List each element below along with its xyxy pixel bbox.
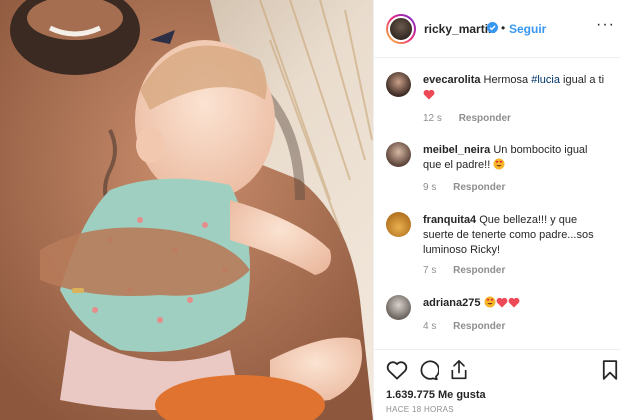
red-heart-icon (496, 297, 507, 308)
post-actions-bar (374, 349, 620, 389)
comment-time: 9 s (423, 182, 437, 193)
comment-bubble-icon[interactable] (418, 360, 439, 381)
comment-text: adriana275 (423, 296, 608, 311)
reply-button[interactable]: Responder (459, 113, 511, 124)
verified-badge-icon (487, 22, 498, 33)
more-options-icon[interactable]: ··· (596, 16, 615, 34)
comment-time: 7 s (423, 265, 437, 276)
author-avatar[interactable] (386, 14, 416, 44)
comment-body-end: igual a ti (559, 74, 605, 86)
like-heart-icon[interactable] (386, 360, 408, 380)
comment-meta: 4 s Responder (423, 321, 505, 332)
reply-button[interactable]: Responder (453, 321, 505, 332)
header-separator: • (501, 21, 506, 35)
comment-text: franquita4 Que belleza!!! y que suerte d… (423, 213, 608, 258)
comment-username[interactable]: evecarolita (423, 74, 480, 86)
post-sidebar: ricky_martin • Seguir ··· evecarolita He… (373, 0, 620, 420)
commenter-avatar[interactable] (386, 142, 411, 167)
comment-username[interactable]: adriana275 (423, 297, 480, 309)
comment-time: 4 s (423, 321, 437, 332)
commenter-avatar[interactable] (386, 212, 411, 237)
comment-time: 12 s (423, 113, 442, 124)
commenter-avatar[interactable] (386, 72, 411, 97)
hashtag-link[interactable]: #lucia (531, 74, 560, 86)
comment-username[interactable]: franquita4 (423, 214, 476, 226)
comment-body: Hermosa (483, 74, 532, 86)
share-icon[interactable] (449, 359, 469, 381)
heart-eyes-emoji-icon (493, 158, 505, 170)
reply-button[interactable]: Responder (453, 265, 505, 276)
red-heart-icon (423, 89, 435, 100)
post-timestamp: HACE 18 HORAS (386, 405, 454, 414)
comment-meta: 7 s Responder (423, 265, 505, 276)
comment-meta: 12 s Responder (423, 113, 511, 124)
likes-count[interactable]: 1.639.775 Me gusta (386, 389, 486, 401)
comment-username[interactable]: meibel_neira (423, 144, 490, 156)
likes-label: Me gusta (438, 389, 486, 401)
post-photo[interactable] (0, 0, 373, 420)
likes-number: 1.639.775 (386, 389, 435, 401)
post-photo-illustration (0, 0, 373, 420)
comment-meta: 9 s Responder (423, 182, 505, 193)
heart-eyes-emoji-icon (484, 296, 496, 308)
bookmark-icon[interactable] (602, 360, 618, 380)
post-header: ricky_martin • Seguir ··· (374, 0, 620, 58)
red-heart-icon (508, 297, 519, 308)
author-username[interactable]: ricky_martin (424, 22, 495, 36)
comment-text: evecarolita Hermosa #lucia igual a ti (423, 73, 608, 103)
reply-button[interactable]: Responder (453, 182, 505, 193)
commenter-avatar[interactable] (386, 295, 411, 320)
follow-button[interactable]: Seguir (509, 22, 546, 36)
comment-text: meibel_neira Un bombocito igual que el p… (423, 143, 608, 173)
